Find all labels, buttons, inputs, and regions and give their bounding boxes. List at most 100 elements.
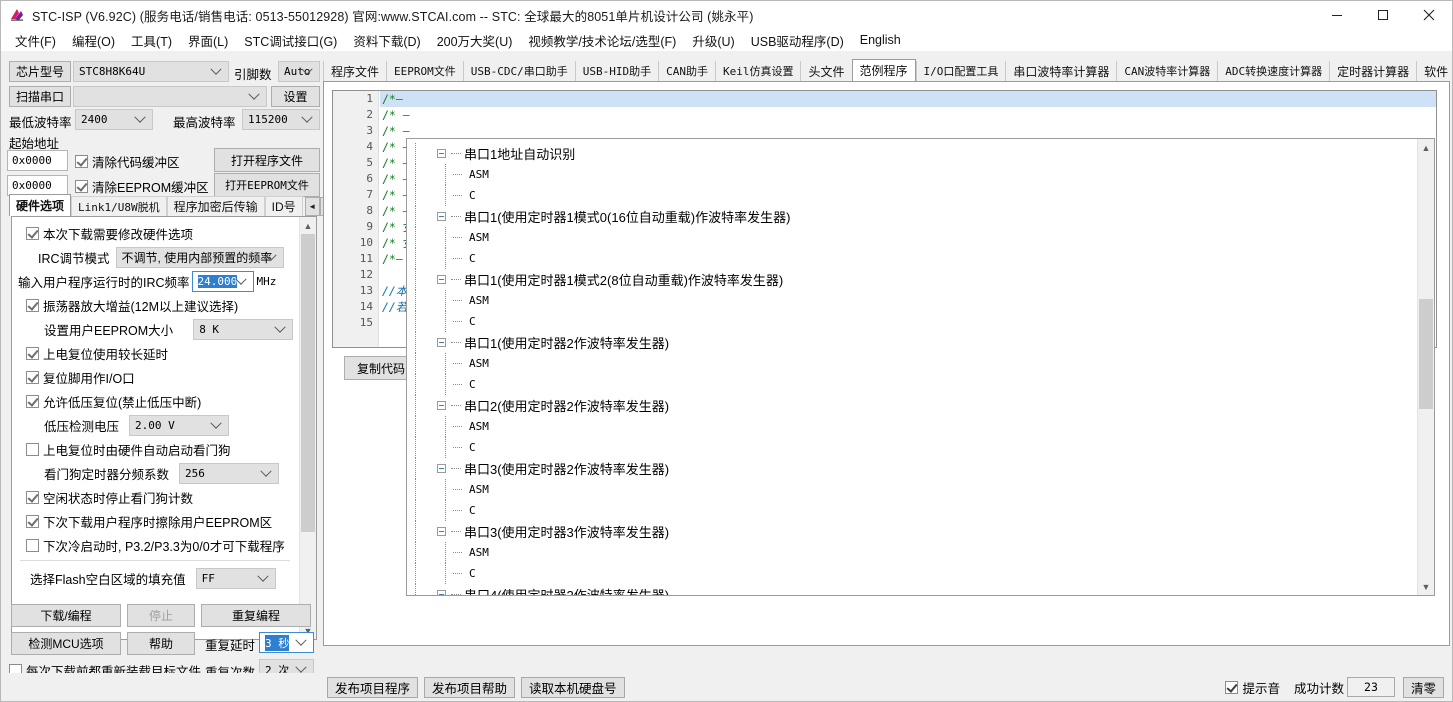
- collapse-icon[interactable]: [437, 401, 446, 410]
- max-baud-select[interactable]: 115200: [242, 109, 320, 130]
- menu-tools[interactable]: 工具(T): [123, 29, 180, 52]
- menu-upgrade[interactable]: 升级(U): [684, 29, 742, 52]
- opt-modify-hw-row[interactable]: 本次下载需要修改硬件选项: [12, 223, 298, 244]
- collapse-icon[interactable]: [437, 149, 446, 158]
- clear-code-buffer-checkbox[interactable]: 清除代码缓冲区: [75, 152, 180, 171]
- tab-encrypted-transfer[interactable]: 程序加密后传输: [166, 196, 265, 216]
- tab-io-config-tool[interactable]: I/O口配置工具: [915, 61, 1006, 81]
- read-disk-id-button[interactable]: 读取本机硬盘号: [521, 676, 625, 698]
- download-program-button[interactable]: 下载/编程: [11, 604, 121, 627]
- tab-uart-baud-calc[interactable]: 串口波特率计算器: [1005, 61, 1117, 81]
- scroll-down-icon[interactable]: ▼: [1418, 578, 1434, 595]
- publish-project-help-button[interactable]: 发布项目帮助: [424, 676, 516, 698]
- tree-leaf-node[interactable]: C: [407, 374, 1416, 395]
- tree-leaf-node[interactable]: ASM: [407, 479, 1416, 500]
- min-baud-select[interactable]: 2400: [75, 109, 153, 130]
- tab-adc-speed-calc[interactable]: ADC转换速度计算器: [1217, 61, 1330, 81]
- scrollbar-thumb[interactable]: [301, 234, 315, 532]
- collapse-icon[interactable]: [437, 590, 446, 595]
- opt-osc-gain-row[interactable]: 振荡器放大增益(12M以上建议选择): [12, 295, 298, 316]
- opt-power-on-reset-row[interactable]: 上电复位使用较长延时: [12, 343, 298, 364]
- tab-keil-sim-settings[interactable]: Keil仿真设置: [714, 61, 801, 81]
- close-button[interactable]: [1406, 1, 1452, 29]
- scrollbar-thumb[interactable]: [1419, 299, 1433, 409]
- options-scrollbar[interactable]: ▲ ▼: [299, 217, 316, 639]
- tree-group-node[interactable]: 串口1(使用定时器1模式2(8位自动重载)作波特率发生器): [407, 269, 1416, 290]
- scroll-up-icon[interactable]: ▲: [1418, 139, 1434, 156]
- irc-freq-select[interactable]: 24.000: [191, 271, 254, 292]
- collapse-icon[interactable]: [437, 527, 446, 536]
- tab-timer-calc[interactable]: 定时器计算器: [1329, 61, 1417, 81]
- menu-stc-debug[interactable]: STC调试接口(G): [236, 29, 345, 52]
- tab-eeprom-file[interactable]: EEPROM文件: [386, 61, 463, 81]
- collapse-icon[interactable]: [437, 464, 446, 473]
- tab-header-file[interactable]: 头文件: [800, 61, 852, 81]
- tree-leaf-node[interactable]: C: [407, 563, 1416, 584]
- opt-wdt-on-reset-row[interactable]: 上电复位时由硬件自动启动看门狗: [12, 439, 298, 460]
- pin-count-select[interactable]: Auto: [278, 61, 320, 82]
- open-program-file-button[interactable]: 打开程序文件: [214, 148, 320, 172]
- scroll-up-icon[interactable]: ▲: [300, 217, 316, 234]
- eeprom-start-address-input[interactable]: 0x0000: [7, 175, 68, 196]
- menu-interface[interactable]: 界面(L): [180, 29, 236, 52]
- menu-video[interactable]: 视频教学/技术论坛/选型(F): [520, 29, 684, 52]
- tab-link1-u8w[interactable]: Link1/U8W脱机: [71, 196, 167, 216]
- opt-cold-boot-row[interactable]: 下次冷启动时, P3.2/P3.3为0/0才可下载程序: [12, 535, 298, 556]
- tree-leaf-node[interactable]: C: [407, 248, 1416, 269]
- tree-leaf-node[interactable]: C: [407, 500, 1416, 521]
- opt-allow-lvr-row[interactable]: 允许低压复位(禁止低压中断): [12, 391, 298, 412]
- tab-can-baud-calc[interactable]: CAN波特率计算器: [1116, 61, 1218, 81]
- minimize-button[interactable]: [1314, 1, 1360, 29]
- menu-downloads[interactable]: 资料下载(D): [345, 29, 428, 52]
- tree-group-node[interactable]: 串口1(使用定时器2作波特率发生器): [407, 332, 1416, 353]
- tree-group-node[interactable]: 串口4(使用定时器2作波特率发生器): [407, 584, 1416, 595]
- maximize-button[interactable]: [1360, 1, 1406, 29]
- tree-leaf-node[interactable]: ASM: [407, 353, 1416, 374]
- tab-can-helper[interactable]: CAN助手: [658, 61, 715, 81]
- wdt-presc-select[interactable]: 256: [179, 463, 280, 484]
- collapse-icon[interactable]: [437, 338, 446, 347]
- tab-program-file[interactable]: 程序文件: [323, 61, 387, 81]
- settings-button[interactable]: 设置: [271, 86, 320, 107]
- opt-reset-pin-io-row[interactable]: 复位脚用作I/O口: [12, 367, 298, 388]
- repeat-program-button[interactable]: 重复编程: [201, 604, 311, 627]
- tab-id-number[interactable]: ID号: [264, 196, 303, 216]
- tree-leaf-node[interactable]: C: [407, 185, 1416, 206]
- tab-usb-hid[interactable]: USB-HID助手: [574, 61, 659, 81]
- irc-mode-select[interactable]: 不调节, 使用内部预置的频率: [115, 247, 284, 268]
- collapse-icon[interactable]: [437, 275, 446, 284]
- tree-group-node[interactable]: 串口3(使用定时器3作波特率发生器): [407, 521, 1416, 542]
- tab-scroll-left-icon[interactable]: ◄: [304, 197, 320, 216]
- repeat-delay-select[interactable]: 3 秒: [259, 632, 314, 653]
- menu-usb-driver[interactable]: USB驱动程序(D): [743, 29, 852, 52]
- clear-count-button[interactable]: 清零: [1402, 676, 1444, 698]
- tree-leaf-node[interactable]: ASM: [407, 416, 1416, 437]
- eeprom-size-select[interactable]: 8 K: [193, 319, 294, 340]
- tree-leaf-node[interactable]: C: [407, 311, 1416, 332]
- tree-group-node[interactable]: 串口1地址自动识别: [407, 143, 1416, 164]
- chip-model-button[interactable]: 芯片型号: [9, 61, 71, 82]
- tree-leaf-node[interactable]: ASM: [407, 227, 1416, 248]
- tree-group-node[interactable]: 串口2(使用定时器2作波特率发生器): [407, 395, 1416, 416]
- code-start-address-input[interactable]: 0x0000: [7, 150, 68, 171]
- opt-erase-eeprom-row[interactable]: 下次下载用户程序时擦除用户EEPROM区: [12, 511, 298, 532]
- tree-leaf-node[interactable]: ASM: [407, 290, 1416, 311]
- opt-wdt-idle-stop-row[interactable]: 空闲状态时停止看门狗计数: [12, 487, 298, 508]
- tab-usb-cdc-serial[interactable]: USB-CDC/串口助手: [462, 61, 575, 81]
- tab-hardware-options[interactable]: 硬件选项: [9, 194, 72, 216]
- tab-software[interactable]: 软件: [1416, 61, 1452, 81]
- menu-file[interactable]: 文件(F): [7, 29, 64, 52]
- serial-port-select[interactable]: [73, 86, 267, 107]
- lvd-select[interactable]: 2.00 V: [129, 415, 230, 436]
- menu-program[interactable]: 编程(O): [64, 29, 123, 52]
- tree-leaf-node[interactable]: ASM: [407, 164, 1416, 185]
- tree-group-node[interactable]: 串口1(使用定时器1模式0(16位自动重载)作波特率发生器): [407, 206, 1416, 227]
- tab-example-programs[interactable]: 范例程序: [851, 59, 916, 81]
- series-dropdown-popup[interactable]: 串口1地址自动识别 ASM C 串口1(使用定时器1模式0(16位自动重载)作波…: [406, 138, 1435, 596]
- menu-english[interactable]: English: [852, 31, 909, 49]
- tree-leaf-node[interactable]: C: [407, 437, 1416, 458]
- menu-award[interactable]: 200万大奖(U): [429, 29, 521, 52]
- dropdown-scrollbar[interactable]: ▲ ▼: [1417, 139, 1434, 595]
- flash-fill-select[interactable]: FF: [195, 568, 276, 589]
- detect-mcu-button[interactable]: 检测MCU选项: [11, 632, 121, 655]
